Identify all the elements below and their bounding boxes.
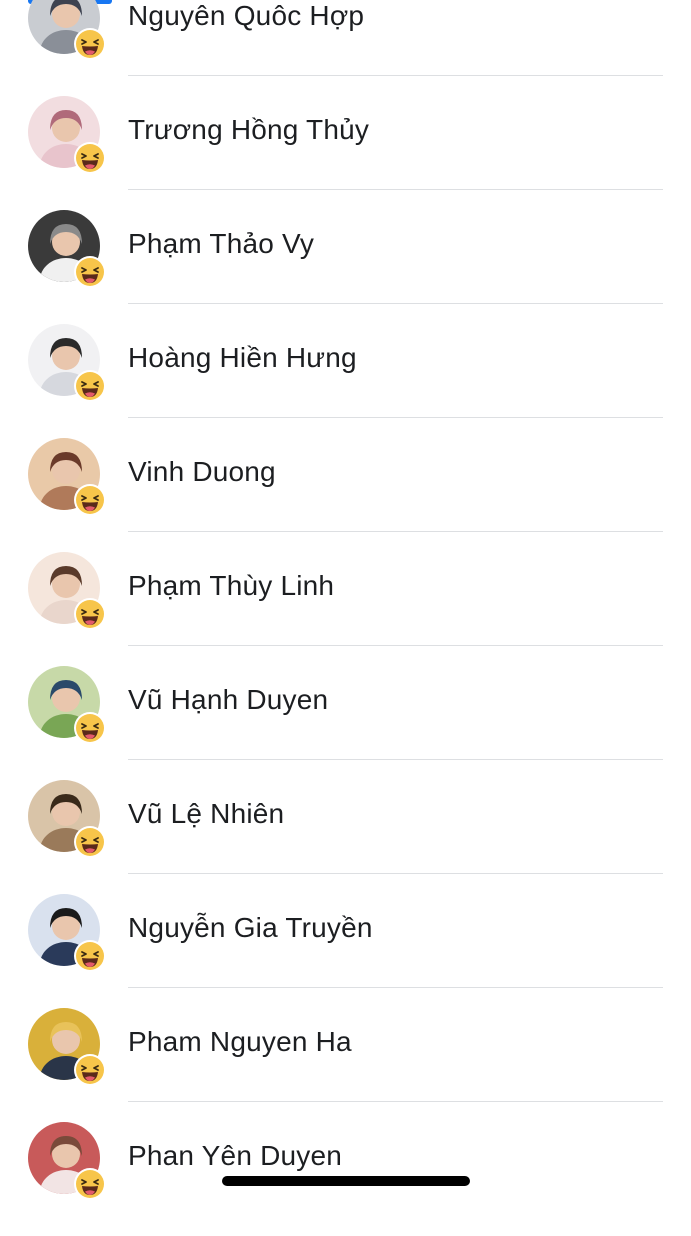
reaction-list-item[interactable]: Vũ Hạnh Duyen: [0, 666, 691, 780]
reaction-list-item[interactable]: Phạm Thảo Vy: [0, 210, 691, 324]
row-divider: [128, 987, 663, 988]
haha-reaction-icon: [74, 598, 106, 630]
row-divider: [128, 645, 663, 646]
reaction-list-item[interactable]: Vũ Lệ Nhiên: [0, 780, 691, 894]
profile-name[interactable]: Phạm Thùy Linh: [128, 570, 334, 602]
profile-name[interactable]: Nguyễn Gia Truyền: [128, 912, 373, 944]
profile-name[interactable]: Hoàng Hiền Hưng: [128, 342, 357, 374]
haha-reaction-icon: [74, 940, 106, 972]
haha-reaction-icon: [74, 484, 106, 516]
reaction-list-item[interactable]: Phạm Thùy Linh: [0, 552, 691, 666]
profile-name[interactable]: Phan Yên Duyen: [128, 1140, 342, 1172]
profile-name[interactable]: Trương Hồng Thủy: [128, 114, 369, 146]
reaction-list-item[interactable]: Trương Hồng Thủy: [0, 96, 691, 210]
reaction-list-item[interactable]: Nguyên Quôc Hợp: [0, 0, 691, 96]
profile-name[interactable]: Vũ Hạnh Duyen: [128, 684, 328, 716]
reactions-list: Nguyên Quôc Hợp Trương Hồng Thủy Phạm Thảo…: [0, 0, 691, 1200]
profile-name[interactable]: Vinh Duong: [128, 456, 276, 488]
home-indicator[interactable]: [222, 1176, 470, 1186]
row-divider: [128, 303, 663, 304]
profile-name[interactable]: Nguyên Quôc Hợp: [128, 0, 364, 32]
haha-reaction-icon: [74, 712, 106, 744]
reaction-list-item[interactable]: Hoàng Hiền Hưng: [0, 324, 691, 438]
reaction-list-item[interactable]: Nguyễn Gia Truyền: [0, 894, 691, 1008]
row-divider: [128, 189, 663, 190]
row-divider: [128, 531, 663, 532]
row-divider: [128, 759, 663, 760]
row-divider: [128, 417, 663, 418]
profile-name[interactable]: Phạm Thảo Vy: [128, 228, 314, 260]
profile-name[interactable]: Vũ Lệ Nhiên: [128, 798, 284, 830]
haha-reaction-icon: [74, 1168, 106, 1200]
haha-reaction-icon: [74, 142, 106, 174]
row-divider: [128, 75, 663, 76]
row-divider: [128, 873, 663, 874]
reaction-list-item[interactable]: Vinh Duong: [0, 438, 691, 552]
haha-reaction-icon: [74, 370, 106, 402]
haha-reaction-icon: [74, 826, 106, 858]
haha-reaction-icon: [74, 256, 106, 288]
haha-reaction-icon: [74, 1054, 106, 1086]
profile-name[interactable]: Pham Nguyen Ha: [128, 1026, 352, 1058]
row-divider: [128, 1101, 663, 1102]
reaction-list-item[interactable]: Pham Nguyen Ha: [0, 1008, 691, 1122]
haha-reaction-icon: [74, 28, 106, 60]
